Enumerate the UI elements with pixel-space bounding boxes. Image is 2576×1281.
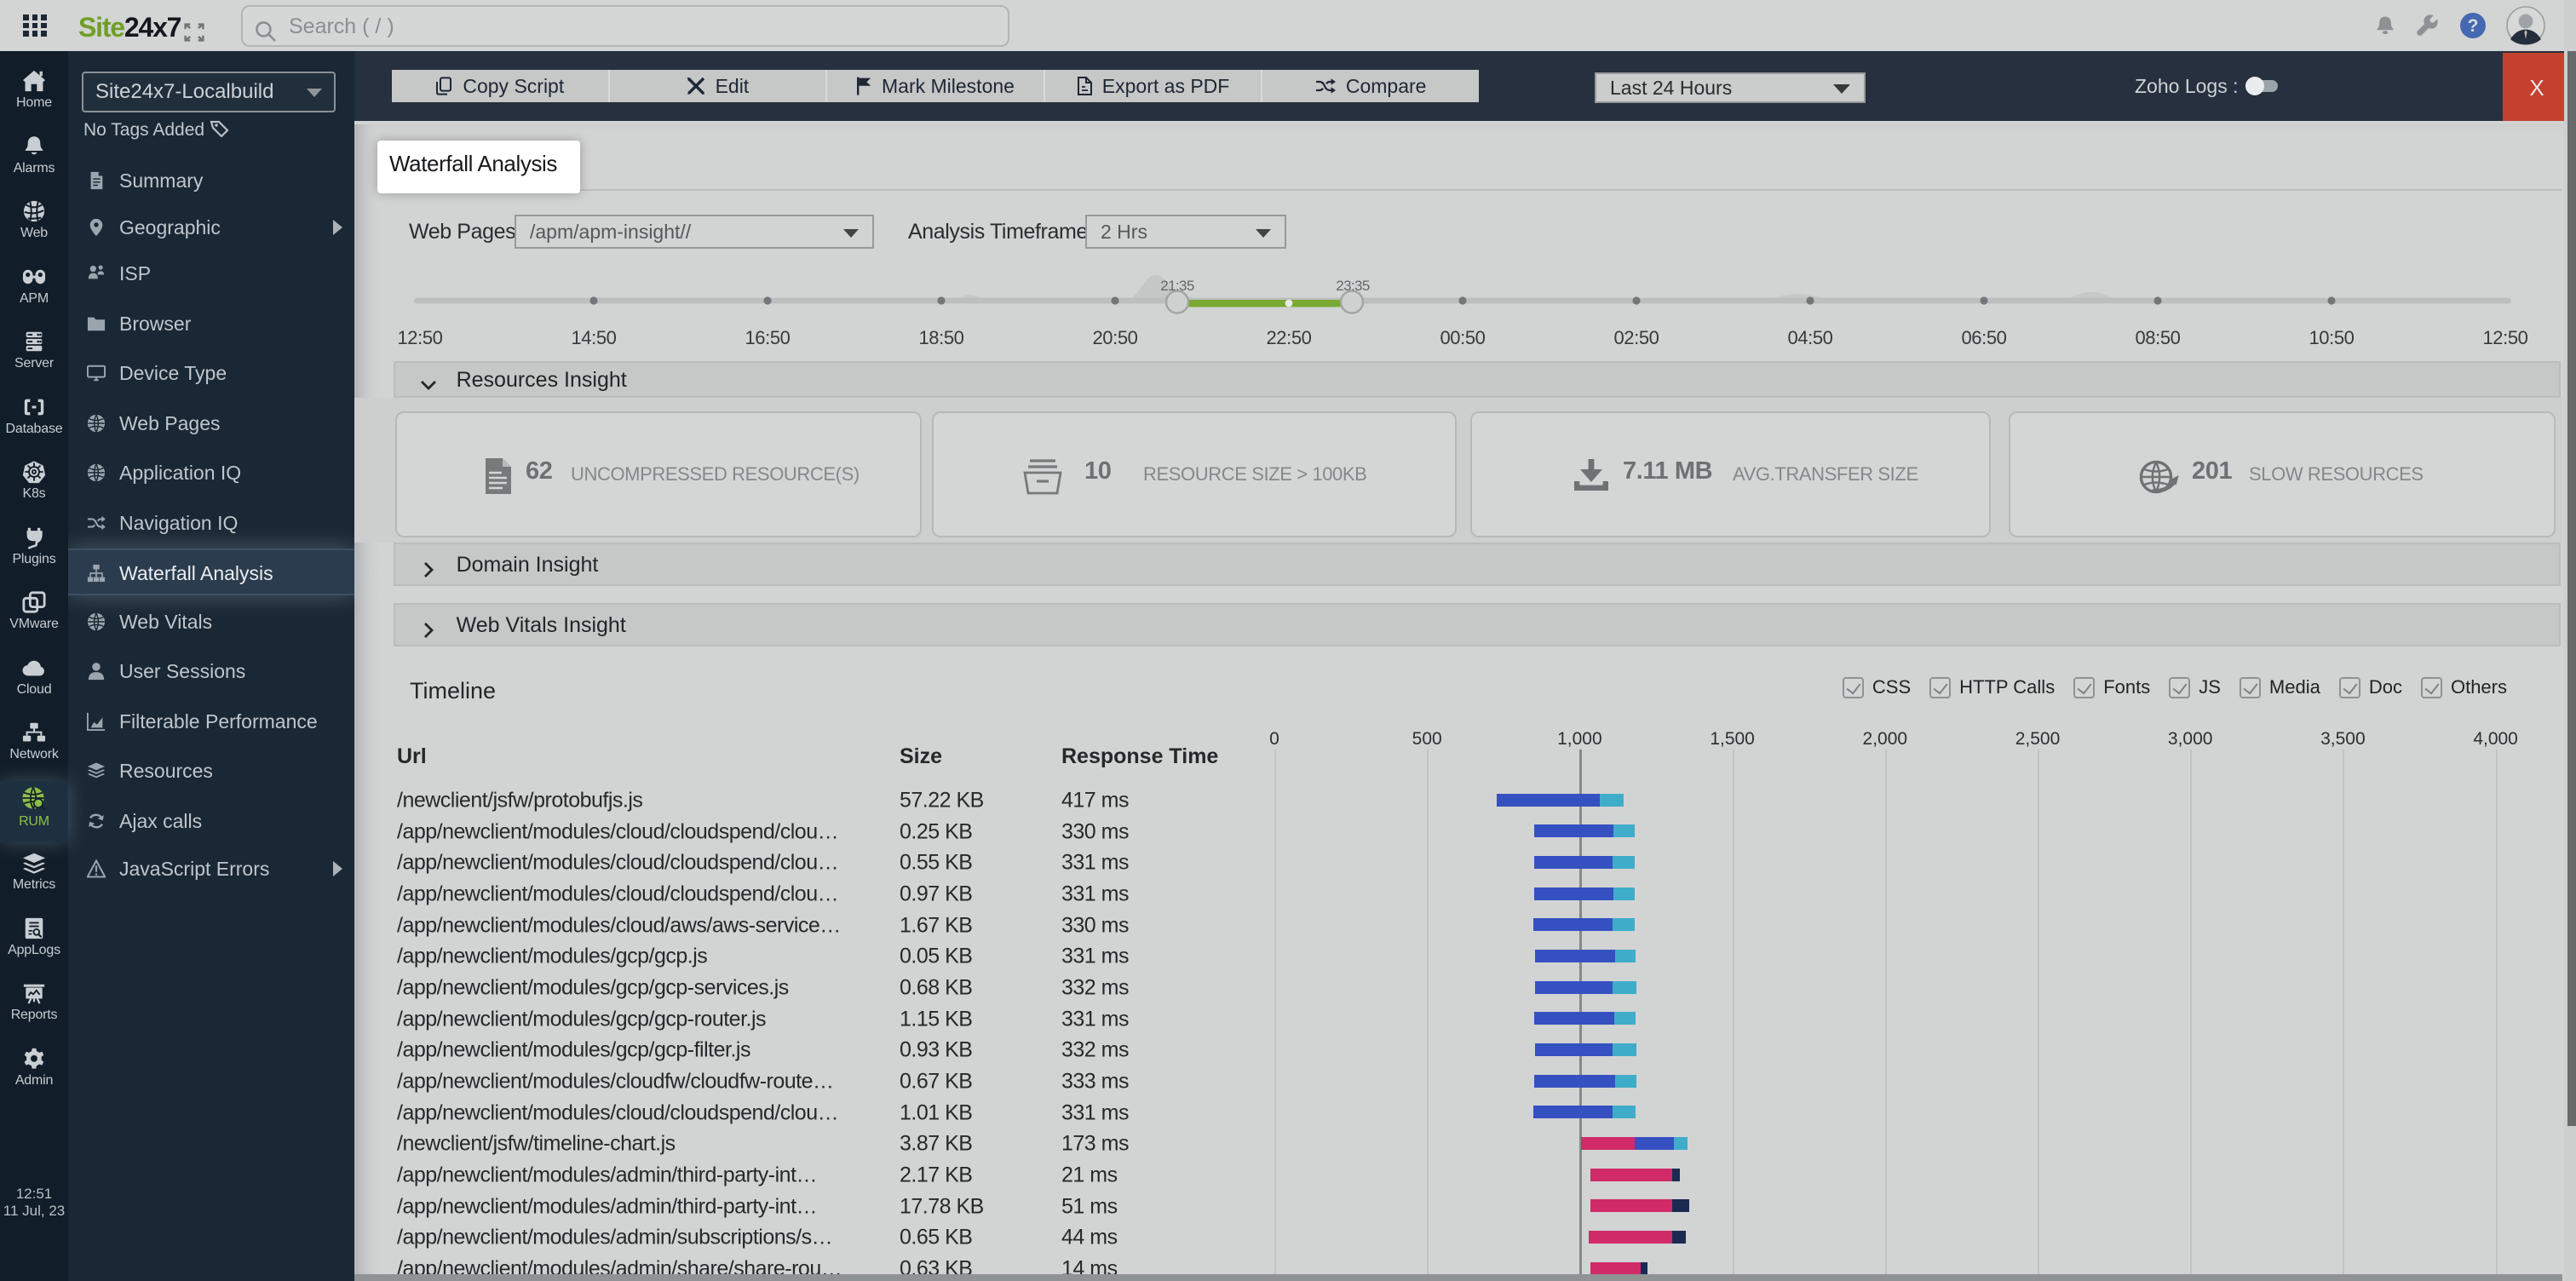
svg-text:?: ? bbox=[2468, 16, 2479, 36]
